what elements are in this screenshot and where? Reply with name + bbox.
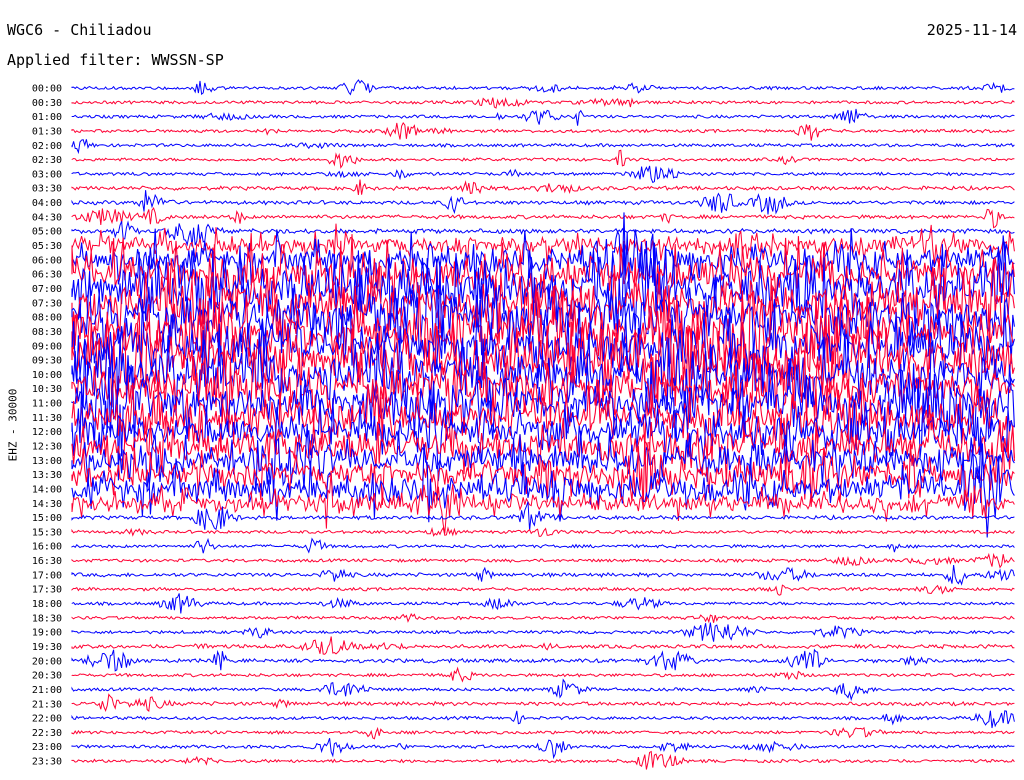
seismic-trace <box>71 726 1015 740</box>
time-tick-label: 17:00 <box>32 570 62 581</box>
time-tick-label: 19:00 <box>32 628 62 639</box>
time-tick-label: 07:00 <box>32 284 62 295</box>
time-tick-label: 22:30 <box>32 728 62 739</box>
time-tick-label: 20:30 <box>32 671 62 682</box>
time-tick-label: 08:30 <box>32 327 62 338</box>
seismic-trace <box>71 750 1015 770</box>
time-tick-label: 10:00 <box>32 370 62 381</box>
time-tick-label: 17:30 <box>32 585 62 596</box>
time-tick-label: 12:30 <box>32 442 62 453</box>
time-tick-label: 13:30 <box>32 470 62 481</box>
time-tick-label: 08:00 <box>32 313 62 324</box>
time-tick-label: 16:30 <box>32 556 62 567</box>
seismic-trace <box>71 207 1015 229</box>
time-tick-label: 21:00 <box>32 685 62 696</box>
time-tick-label: 10:30 <box>32 384 62 395</box>
helicorder-plot: 00:00 00:30 01:00 01:30 02:00 02:30 03:00 03:30… <box>32 79 1015 770</box>
seismic-trace <box>71 612 1015 624</box>
time-tick-label: 14:00 <box>32 484 62 495</box>
time-tick-label: 15:00 <box>32 513 62 524</box>
seismic-trace <box>71 648 1015 672</box>
time-tick-label: 19:30 <box>32 642 62 653</box>
time-tick-label: 06:30 <box>32 270 62 281</box>
time-tick-label: 03:30 <box>32 184 62 195</box>
time-tick-label: 11:30 <box>32 413 62 424</box>
seismic-trace <box>71 636 1015 655</box>
time-tick-label: 18:30 <box>32 613 62 624</box>
time-tick-label: 05:30 <box>32 241 62 252</box>
seismic-trace <box>71 622 1015 642</box>
time-tick-label: 09:30 <box>32 356 62 367</box>
time-tick-label: 13:00 <box>32 456 62 467</box>
time-tick-label: 00:30 <box>32 98 62 109</box>
time-tick-group: 00:00 00:30 01:00 01:30 02:00 02:30 03:00 03:30… <box>32 84 62 768</box>
seismic-trace <box>71 121 1015 141</box>
time-tick-label: 15:30 <box>32 527 62 538</box>
time-tick-label: 01:30 <box>32 126 62 137</box>
time-tick-label: 11:00 <box>32 399 62 410</box>
time-tick-label: 23:30 <box>32 757 62 768</box>
time-tick-label: 04:00 <box>32 198 62 209</box>
seismic-trace <box>71 738 1015 760</box>
time-tick-label: 21:30 <box>32 699 62 710</box>
time-tick-label: 09:00 <box>32 341 62 352</box>
seismic-trace <box>71 565 1015 586</box>
seismic-trace <box>71 139 1015 155</box>
seismic-trace <box>71 710 1015 729</box>
seismic-trace <box>71 190 1015 215</box>
seismic-trace <box>71 79 1015 96</box>
time-tick-label: 04:30 <box>32 212 62 223</box>
seismic-trace <box>71 179 1015 195</box>
seismic-trace <box>71 108 1015 126</box>
time-tick-label: 12:00 <box>32 427 62 438</box>
time-tick-label: 05:00 <box>32 227 62 238</box>
time-tick-label: 03:00 <box>32 169 62 180</box>
time-tick-label: 16:00 <box>32 542 62 553</box>
time-tick-label: 02:30 <box>32 155 62 166</box>
seismic-trace <box>71 552 1015 569</box>
seismic-trace <box>71 165 1015 184</box>
time-tick-label: 06:00 <box>32 255 62 266</box>
seismic-trace <box>71 526 1015 537</box>
time-tick-label: 14:30 <box>32 499 62 510</box>
seismic-trace <box>71 97 1015 109</box>
seismic-trace <box>71 149 1015 169</box>
seismic-trace <box>71 666 1015 683</box>
seismic-trace <box>71 537 1015 554</box>
time-tick-label: 02:00 <box>32 141 62 152</box>
seismic-trace <box>71 501 1015 531</box>
time-tick-label: 20:00 <box>32 656 62 667</box>
time-tick-label: 00:00 <box>32 84 62 95</box>
seismic-trace <box>71 693 1015 712</box>
time-tick-label: 22:00 <box>32 714 62 725</box>
time-tick-label: 07:30 <box>32 298 62 309</box>
seismic-trace <box>71 584 1015 596</box>
seismic-trace <box>71 678 1015 702</box>
time-tick-label: 18:00 <box>32 599 62 610</box>
seismic-trace <box>71 593 1015 614</box>
time-tick-label: 01:00 <box>32 112 62 123</box>
time-tick-label: 23:00 <box>32 742 62 753</box>
trace-group <box>71 79 1015 770</box>
